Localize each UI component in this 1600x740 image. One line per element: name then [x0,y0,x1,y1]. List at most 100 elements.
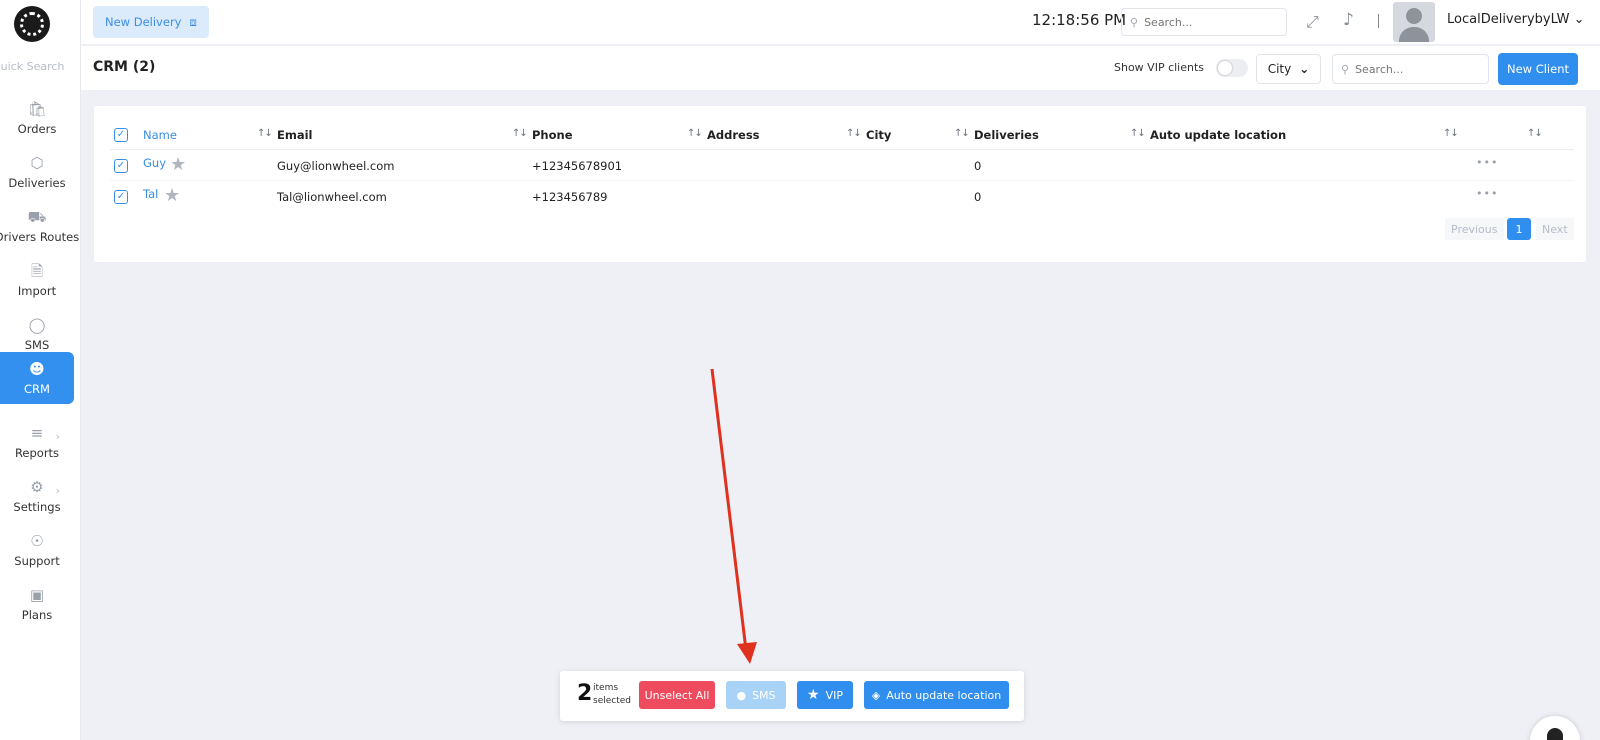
client-email: Guy@lionwheel.com [277,159,395,173]
column-header-city[interactable]: City [866,128,891,142]
column-header-address[interactable]: Address [707,128,760,142]
sort-icon[interactable]: ↑↓ [1527,128,1543,139]
chevron-down-icon: ⌄ [1299,62,1310,76]
select-all-checkbox[interactable]: ✓ [114,128,128,142]
truck-icon: ⛟ [27,208,47,226]
count-label-line-2: selected [593,696,631,706]
table-row: ✓ Guy ★ Guy@lionwheel.com +12345678901 0… [110,151,1574,181]
sidebar-item-label: Import [17,284,57,298]
sidebar-item-plans[interactable]: ▣ Plans [0,578,74,630]
new-client-button[interactable]: New Client [1498,53,1578,85]
search-icon: ⚲ [1130,15,1139,29]
file-import-icon: 🗎 [30,262,44,280]
sidebar-item-deliveries[interactable]: ⬡ Deliveries [0,146,74,198]
top-search-box[interactable]: ⚲ [1121,8,1287,36]
crm-search-input[interactable] [1355,62,1476,76]
client-email: Tal@lionwheel.com [277,190,387,204]
selected-count: 2 [577,681,593,706]
star-icon: ★ [807,687,820,703]
box-icon: ⬡ [30,154,44,172]
sort-icon[interactable]: ↑↓ [1130,128,1146,139]
chevron-down-icon: ⌄ [1573,12,1585,27]
bar-chart-icon: ≡ [30,424,44,442]
lifebuoy-icon: ☉ [30,532,44,550]
column-header-phone[interactable]: Phone [532,128,573,142]
column-header-auto-update[interactable]: Auto update location [1150,128,1286,142]
more-actions-icon[interactable]: ••• [1476,187,1498,200]
sidebar-item-crm[interactable]: ☻ CRM [0,352,74,404]
vip-star-icon[interactable]: ★ [164,185,180,206]
table-header-row: ✓ Name ↑↓ Email ↑↓ Phone ↑↓ Address ↑↓ C… [110,120,1574,150]
lionwheel-logo[interactable] [14,6,50,42]
table-row: ✓ Tal ★ Tal@lionwheel.com +123456789 0 •… [110,182,1574,212]
sidebar-item-label: SMS [24,338,50,352]
sidebar: Quick Search 🛍 Orders ⬡ Deliveries ⛟ Dri… [0,0,81,740]
gears-icon: ⚙ [30,478,44,496]
auto-update-location-label: Auto update location [886,688,1002,702]
sort-icon[interactable]: ↑↓ [512,128,528,139]
city-filter-select[interactable]: City ⌄ [1256,54,1321,84]
row-checkbox[interactable]: ✓ [114,159,128,173]
more-actions-icon[interactable]: ••• [1476,156,1498,169]
avatar[interactable] [1393,2,1435,42]
new-delivery-button[interactable]: New Delivery ⧈ [93,6,209,38]
sidebar-item-support[interactable]: ☉ Support [0,524,74,576]
pagination-next[interactable]: Next [1536,218,1574,240]
client-name-link[interactable]: Guy [143,156,166,170]
sidebar-item-settings[interactable]: ⚙ › Settings [0,470,74,522]
pagination-previous[interactable]: Previous [1445,218,1504,240]
chat-bubble-icon: ◯ [28,316,46,334]
sort-icon[interactable]: ↑↓ [954,128,970,139]
vip-star-icon[interactable]: ★ [170,154,186,175]
sms-button[interactable]: ● SMS [726,681,786,709]
chevron-right-icon: › [55,430,60,443]
vip-toggle[interactable] [1216,59,1248,77]
sidebar-item-label: Settings [13,500,61,514]
vip-button[interactable]: ★ VIP [797,681,853,709]
auto-update-location-button[interactable]: ◈ Auto update location [864,681,1009,709]
client-deliveries: 0 [974,190,982,204]
vip-label: VIP [825,688,843,702]
quick-search[interactable]: Quick Search [0,60,81,73]
sidebar-item-import[interactable]: 🗎 Import [0,254,74,306]
client-deliveries: 0 [974,159,982,173]
count-label-line-1: items [593,683,619,693]
column-header-deliveries[interactable]: Deliveries [974,128,1039,142]
sidebar-item-label: CRM [24,382,50,396]
sidebar-item-reports[interactable]: ≡ › Reports [0,416,74,468]
page-header: CRM (2) Show VIP clients City ⌄ ⚲ New Cl… [81,46,1600,90]
sort-icon[interactable]: ↑↓ [1443,128,1459,139]
row-checkbox[interactable]: ✓ [114,190,128,204]
column-header-email[interactable]: Email [277,128,312,142]
chat-bubble-icon: ● [736,688,747,702]
unselect-all-label: Unselect All [644,688,710,702]
sort-icon[interactable]: ↑↓ [846,128,862,139]
pagination-page-1[interactable]: 1 [1507,218,1531,240]
username-label: LocalDeliverybyLW [1447,12,1570,27]
sort-icon[interactable]: ↑↓ [257,128,273,139]
chevron-right-icon: › [55,484,60,497]
credit-card-icon: ▣ [29,586,45,604]
column-header-name[interactable]: Name [143,128,177,142]
unselect-all-button[interactable]: Unselect All [639,681,715,709]
sidebar-item-orders[interactable]: 🛍 Orders [0,92,74,144]
top-search-input[interactable] [1144,15,1265,29]
search-icon: ⚲ [1341,62,1350,76]
vip-toggle-label: Show VIP clients [1114,61,1205,74]
sidebar-item-label: Deliveries [8,176,66,190]
support-chat-button[interactable] [1530,716,1580,740]
sort-icon[interactable]: ↑↓ [687,128,703,139]
users-icon: ☻ [29,360,45,378]
client-name-link[interactable]: Tal [143,187,158,201]
new-delivery-label: New Delivery [105,15,182,29]
client-phone: +123456789 [532,190,608,204]
user-menu[interactable]: LocalDeliverybyLW ⌄ [1447,12,1585,27]
location-diamond-icon: ◈ [871,688,881,702]
bell-icon[interactable]: ♪ [1343,10,1354,30]
fullscreen-icon[interactable]: ⤢ [1306,12,1319,32]
crm-search-box[interactable]: ⚲ [1332,54,1489,84]
clock: 12:18:56 PM [1032,11,1127,29]
bulk-action-bar: 2 items selected Unselect All ● SMS ★ VI… [560,671,1024,721]
sidebar-item-drivers-routes[interactable]: ⛟ Drivers Routes [0,200,79,252]
divider [1378,14,1379,28]
